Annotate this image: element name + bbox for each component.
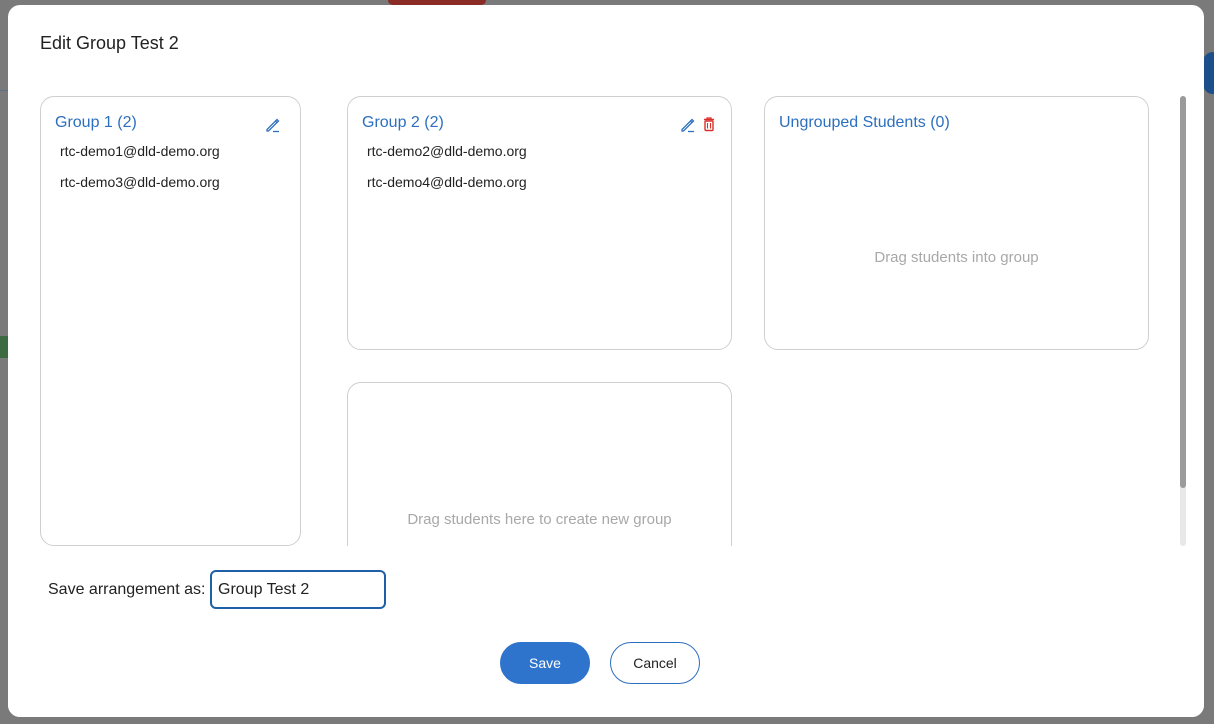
background-green-badge bbox=[0, 336, 8, 358]
group-member[interactable]: rtc-demo4@dld-demo.org bbox=[367, 174, 527, 190]
cancel-button[interactable]: Cancel bbox=[610, 642, 700, 684]
save-button[interactable]: Save bbox=[500, 642, 590, 684]
group-card-1[interactable]: Group 1 (2) rtc-demo1@dld-demo.org rtc-d… bbox=[40, 96, 301, 546]
save-arrangement-label: Save arrangement as: bbox=[48, 581, 206, 598]
new-group-hint: Drag students here to create new group bbox=[407, 511, 672, 528]
footer-area bbox=[8, 546, 1204, 717]
new-group-dropzone[interactable]: Drag students here to create new group bbox=[347, 382, 732, 572]
group-member[interactable]: rtc-demo1@dld-demo.org bbox=[60, 143, 220, 159]
edit-icon[interactable] bbox=[680, 117, 696, 133]
group-member[interactable]: rtc-demo2@dld-demo.org bbox=[367, 143, 527, 159]
group-title: Group 2 (2) bbox=[362, 114, 444, 131]
trash-icon[interactable] bbox=[701, 116, 717, 132]
group-card-2[interactable]: Group 2 (2) rtc-demo2@dld-demo.org rtc-d… bbox=[347, 96, 732, 350]
group-title: Group 1 (2) bbox=[55, 114, 137, 131]
edit-group-modal: Edit Group Test 2 Group 1 (2) rtc-demo1@… bbox=[8, 5, 1204, 717]
arrangement-name-input[interactable] bbox=[210, 570, 386, 609]
ungrouped-hint: Drag students into group bbox=[874, 249, 1039, 266]
background-blue-button bbox=[1203, 52, 1214, 94]
background-divider bbox=[0, 90, 8, 91]
ungrouped-title: Ungrouped Students (0) bbox=[779, 114, 950, 131]
ungrouped-students-card[interactable]: Ungrouped Students (0) Drag students int… bbox=[764, 96, 1149, 350]
scrollbar-thumb[interactable] bbox=[1180, 96, 1186, 488]
group-member[interactable]: rtc-demo3@dld-demo.org bbox=[60, 174, 220, 190]
modal-title: Edit Group Test 2 bbox=[40, 33, 179, 53]
edit-icon[interactable] bbox=[265, 117, 281, 133]
